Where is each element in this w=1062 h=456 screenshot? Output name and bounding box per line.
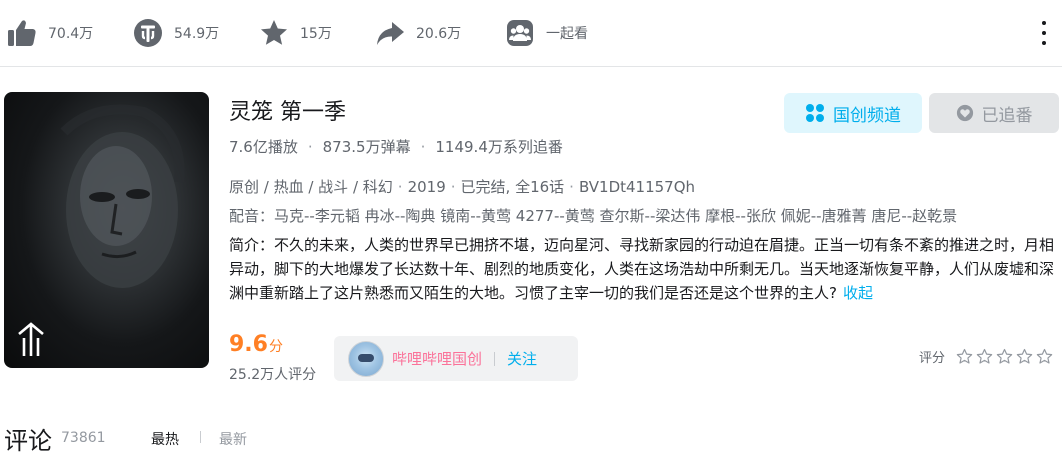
favorite-count: 15万	[300, 26, 332, 42]
comments-title: 评论	[4, 427, 52, 455]
series-stats: 7.6亿播放 · 873.5万弹幕 · 1149.4万系列追番	[229, 138, 563, 156]
favorite-button[interactable]: 15万	[258, 14, 332, 52]
rating-star-icon[interactable]	[1036, 348, 1053, 365]
watch-together-button[interactable]: 一起看	[504, 14, 588, 52]
rating-star-icon[interactable]	[1016, 348, 1033, 365]
rating-label: 评分	[919, 351, 946, 366]
action-toolbar: 70.4万 54.9万 15万 20.6万 一起看	[0, 0, 1062, 67]
play-count: 7.6亿播放	[229, 138, 298, 156]
coin-count: 54.9万	[174, 26, 220, 42]
uploader-follow-button[interactable]: 关注	[507, 348, 537, 369]
heart-icon	[956, 104, 974, 122]
tab-new[interactable]: 最新	[219, 429, 247, 449]
share-arrow-icon	[374, 17, 406, 49]
share-count: 20.6万	[416, 26, 462, 42]
voice-cast: 配音：马克--李元韬 冉冰--陶典 镜南--黄莺 4277--黄莺 查尔斯--梁…	[229, 207, 958, 225]
channel-button-label: 国创频道	[833, 105, 901, 126]
collapse-link[interactable]: 收起	[843, 284, 873, 302]
thumbs-up-icon	[6, 17, 38, 49]
release-year: 2019	[407, 178, 446, 196]
comments-count: 73861	[61, 430, 106, 446]
bvid: BV1Dt41157Qh	[578, 178, 696, 196]
watch-together-label: 一起看	[546, 26, 588, 42]
score-unit: 分	[268, 339, 283, 355]
rating-star-icon[interactable]	[956, 348, 973, 365]
star-icon	[258, 17, 290, 49]
channel-button[interactable]: 国创频道	[784, 93, 922, 133]
uploader-name[interactable]: 哔哩哔哩国创	[392, 348, 482, 369]
more-vertical-icon[interactable]	[1040, 21, 1048, 45]
series-title: 灵笼 第一季	[229, 100, 346, 125]
rating-widget: 评分	[919, 347, 1053, 366]
avatar[interactable]	[348, 340, 384, 377]
grid-icon	[805, 103, 825, 123]
share-button[interactable]: 20.6万	[374, 14, 461, 52]
episode-status: 已完结, 全16话	[460, 178, 565, 196]
coin-icon	[132, 17, 164, 49]
score: 9.6分	[229, 332, 283, 357]
series-description: 简介：不久的未来，人类的世界早已拥挤不堪，迈向星河、寻找新家园的行动迫在眉捷。正…	[229, 233, 1057, 305]
series-tags: 原创 / 热血 / 战斗 / 科幻 · 2019 · 已完结, 全16话 · BV1Dt41…	[229, 178, 696, 196]
genre-tags: 原创 / 热血 / 战斗 / 科幻	[229, 178, 393, 196]
uploader-card: 哔哩哔哩国创 关注	[334, 336, 578, 381]
coin-button[interactable]: 54.9万	[132, 14, 219, 52]
tab-divider	[200, 431, 201, 443]
uploader-divider	[494, 351, 496, 366]
follower-count: 1149.4万系列追番	[435, 138, 563, 156]
followed-button[interactable]: 已追番	[929, 93, 1059, 133]
like-button[interactable]: 70.4万	[6, 14, 93, 52]
rating-star-icon[interactable]	[996, 348, 1013, 365]
cover-logo-icon	[14, 322, 48, 362]
rating-stars	[953, 348, 1053, 365]
score-count: 25.2万人评分	[229, 367, 317, 383]
group-icon	[504, 17, 536, 49]
like-count: 70.4万	[48, 26, 94, 42]
score-value: 9.6	[229, 332, 268, 357]
tab-hot[interactable]: 最热	[151, 429, 179, 449]
rating-star-icon[interactable]	[976, 348, 993, 365]
description-text: 简介：不久的未来，人类的世界早已拥挤不堪，迈向星河、寻找新家园的行动迫在眉捷。正…	[229, 236, 1055, 302]
danmaku-count: 873.5万弹幕	[322, 138, 411, 156]
followed-button-label: 已追番	[981, 105, 1033, 126]
